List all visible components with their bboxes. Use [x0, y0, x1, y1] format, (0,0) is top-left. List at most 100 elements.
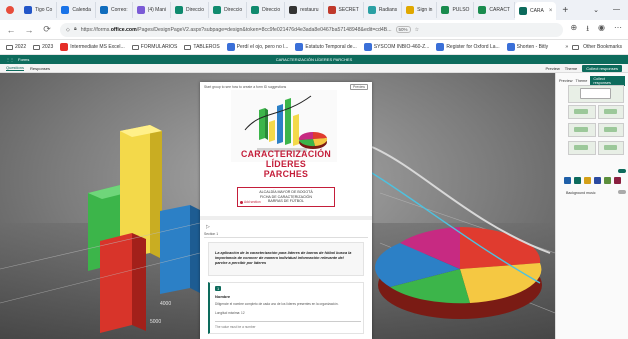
favicon-icon — [441, 6, 450, 14]
browser-tab[interactable]: Calenda — [57, 2, 96, 18]
color-swatch[interactable] — [574, 177, 581, 184]
favicon-icon — [175, 6, 183, 14]
theme-thumbnail[interactable] — [568, 141, 596, 155]
collapse-arrow-icon[interactable]: ▷ — [206, 224, 210, 230]
bookmark-label: Perdí el ojo, pero no l... — [236, 44, 289, 50]
star-icon[interactable]: ☆ — [415, 27, 420, 33]
record-icon — [240, 200, 243, 204]
browser-tab-label: Direccio — [186, 7, 205, 13]
window-controls: ⌄ — — [593, 6, 628, 14]
theme-thumbnail[interactable] — [568, 105, 596, 119]
other-bookmarks-label: Other Bookmarks — [583, 44, 622, 50]
preview-link[interactable]: Preview — [546, 66, 560, 71]
panel-preview[interactable]: Preview — [559, 79, 573, 83]
browser-tab-label: Direccio — [262, 7, 281, 13]
divider — [200, 216, 372, 220]
form-title-line: LÍDERES — [265, 159, 307, 169]
description-card[interactable]: La aplicación de la caracterización para… — [208, 242, 364, 276]
browser-tab[interactable]: Tigo Co — [20, 2, 58, 18]
zoom-indicator[interactable]: 50% — [395, 26, 411, 33]
favicon-icon — [406, 6, 415, 14]
favicon-icon — [518, 7, 527, 15]
browser-tab[interactable]: Sign in — [402, 2, 438, 18]
tab-responses[interactable]: Responses — [30, 66, 50, 71]
browser-tab[interactable]: Correo: — [96, 2, 133, 18]
url-field[interactable]: ◇ 🔒︎ https://forms.office.com/Pages/Desi… — [60, 22, 563, 37]
favicon-icon — [327, 6, 336, 14]
section-label: Section 1 — [204, 232, 368, 238]
theme-thumbnail[interactable] — [598, 123, 624, 137]
download-icon[interactable]: ⭳ — [586, 23, 589, 37]
color-swatch[interactable] — [594, 177, 601, 184]
theme-panel: Preview Theme Collect responses Backgrou… — [555, 73, 628, 339]
form-title[interactable]: CARACTERIZACIÓN LÍDERES PARCHES — [200, 149, 372, 179]
favicon-icon — [136, 6, 145, 14]
theme-toggle[interactable] — [618, 169, 626, 173]
bookmark-item[interactable]: Perdí el ojo, pero no l... — [226, 43, 289, 51]
close-tab-icon[interactable]: × — [549, 8, 553, 14]
panel-theme[interactable]: Theme — [576, 79, 588, 83]
bookmark-label: TABLEROS — [193, 44, 220, 50]
folder-icon — [6, 44, 13, 50]
color-swatch[interactable] — [564, 177, 571, 184]
extensions-icon[interactable]: ⊕ — [571, 23, 578, 37]
bookmark-item[interactable]: 2022 — [6, 44, 26, 50]
favicon-icon — [251, 6, 260, 14]
bookmarks-bar: 2022 2023 Intermediate MS Excel... FORMULAR… — [0, 40, 628, 55]
browser-tab[interactable]: Direccio — [209, 2, 248, 18]
form-card: Start group to see how to create a form … — [200, 82, 372, 339]
browser-tab[interactable]: Direccio — [171, 2, 210, 18]
bookmark-item[interactable]: Register for Oxford La... — [436, 43, 500, 51]
browser-tab-label: Direccio — [224, 7, 243, 13]
minimize-icon[interactable]: — — [613, 6, 620, 14]
theme-thumbnail[interactable] — [568, 123, 596, 137]
browser-tab[interactable]: SECRET — [324, 2, 364, 18]
theme-thumbnail[interactable] — [568, 85, 624, 103]
browser-tab-label: Tigo Co — [35, 7, 53, 13]
browser-tab[interactable]: CARACT — [474, 2, 515, 18]
folder-icon — [184, 44, 192, 50]
bookmark-item[interactable]: 2023 — [33, 44, 53, 50]
bookmark-item[interactable]: Intermediate MS Excel... — [60, 43, 125, 51]
color-swatch[interactable] — [584, 177, 591, 184]
question-card[interactable]: 1 Nombre Diligencie el nombre completo d… — [208, 282, 364, 334]
tabs-container: Tigo Co Calenda Correo: (4) Mani Direccio Dir… — [20, 0, 557, 20]
browser-tab[interactable]: CARA × — [514, 2, 557, 20]
tab-questions[interactable]: Questions — [6, 65, 25, 71]
answer-field[interactable] — [215, 321, 361, 322]
forward-icon[interactable]: → — [24, 25, 34, 35]
music-toggle[interactable] — [618, 190, 626, 194]
browser-tab[interactable]: Radians — [364, 2, 403, 18]
reload-icon[interactable]: ⟳ — [42, 24, 52, 35]
bookmark-item[interactable]: TABLEROS — [184, 44, 220, 50]
settings-icon[interactable]: ⋯ — [614, 23, 622, 37]
add-section-link[interactable]: Add section — [240, 200, 261, 204]
bookmark-item[interactable]: FORMULARIOS — [131, 44, 177, 50]
bookmark-item[interactable]: Shorten - Bitly — [506, 43, 548, 51]
browser-tab-strip: Tigo Co Calenda Correo: (4) Mani Direccio Dir… — [0, 0, 628, 20]
profile-icon[interactable]: ◉ — [598, 23, 605, 37]
browser-tab[interactable]: Direccio — [247, 2, 286, 18]
form-title-line: PARCHES — [263, 169, 309, 179]
preview-button[interactable]: Preview — [349, 84, 368, 90]
other-bookmarks[interactable]: » Other Bookmarks — [565, 44, 628, 50]
theme-thumbnail[interactable] — [598, 105, 624, 119]
browser-tab[interactable]: (4) Mani — [133, 2, 171, 18]
form-hint: Start group to see how to create a form … — [204, 85, 287, 89]
back-icon[interactable]: ← — [6, 25, 16, 35]
theme-link[interactable]: Theme — [565, 66, 577, 71]
chevron-down-icon[interactable]: ⌄ — [593, 6, 599, 14]
browser-tab[interactable]: restauru — [285, 2, 324, 18]
browser-tab-label: CARACT — [489, 7, 510, 13]
theme-thumbnail[interactable] — [598, 141, 624, 155]
question-number: 1 — [215, 286, 222, 291]
bookmark-item[interactable]: SYSCOM INBIO-460-Z... — [363, 43, 429, 51]
browser-tab[interactable]: PULSO — [437, 2, 475, 18]
bookmark-item[interactable]: Estatuto Temporal de... — [295, 43, 357, 51]
new-tab-icon[interactable]: + — [556, 5, 574, 16]
browser-tab-label: SECRET — [338, 7, 359, 13]
browser-menu-icon[interactable] — [6, 6, 14, 14]
color-swatch[interactable] — [604, 177, 611, 184]
collect-responses-button[interactable]: Collect responses — [582, 64, 622, 72]
color-swatch[interactable] — [614, 177, 621, 184]
